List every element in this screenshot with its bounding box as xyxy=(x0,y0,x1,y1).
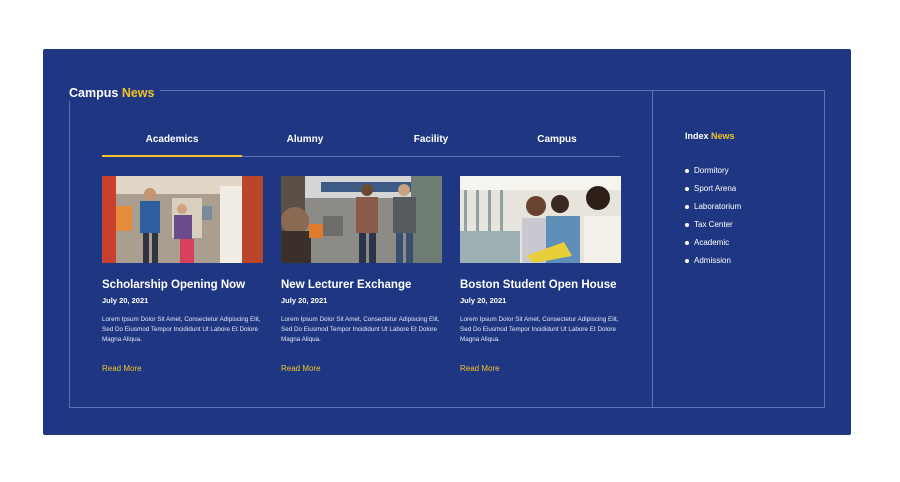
bullet-icon xyxy=(685,168,689,173)
index-title-accent: News xyxy=(711,131,735,141)
index-item-academic[interactable]: Academic xyxy=(685,234,741,252)
tab-campus[interactable]: Campus xyxy=(494,127,620,157)
bullet-icon xyxy=(685,258,689,263)
index-item-label: Admission xyxy=(694,256,731,265)
tab-academics[interactable]: Academics xyxy=(102,127,242,157)
card-excerpt: Lorem Ipsum Dolor Sit Amet, Consectetur … xyxy=(102,316,261,343)
card-excerpt: Lorem Ipsum Dolor Sit Amet, Consectetur … xyxy=(460,316,619,343)
card-excerpt: Lorem Ipsum Dolor Sit Amet, Consectetur … xyxy=(281,316,440,343)
index-item-label: Tax Center xyxy=(694,220,733,229)
bullet-icon xyxy=(685,186,689,191)
card-image-lecturer[interactable] xyxy=(281,176,442,263)
bullet-icon xyxy=(685,222,689,227)
read-more-link[interactable]: Read More xyxy=(460,364,500,374)
news-card: Boston Student Open House July 20, 2021 … xyxy=(460,176,621,373)
index-item-label: Sport Arena xyxy=(694,184,737,193)
section-title: Campus News xyxy=(63,85,161,101)
card-date: July 20, 2021 xyxy=(460,296,507,305)
card-image-scholarship[interactable] xyxy=(102,176,263,263)
news-card: New Lecturer Exchange July 20, 2021 Lore… xyxy=(281,176,442,373)
index-item-label: Dormitory xyxy=(694,166,729,175)
index-item-admission[interactable]: Admission xyxy=(685,252,741,270)
card-title[interactable]: Scholarship Opening Now xyxy=(102,278,263,292)
read-more-link[interactable]: Read More xyxy=(281,364,321,374)
index-news-list: Dormitory Sport Arena Laboratorium Tax C… xyxy=(685,162,741,270)
card-title[interactable]: Boston Student Open House xyxy=(460,278,621,292)
bullet-icon xyxy=(685,204,689,209)
card-date: July 20, 2021 xyxy=(102,296,149,305)
section-title-accent: News xyxy=(121,86,155,100)
bullet-icon xyxy=(685,240,689,245)
index-item-label: Laboratorium xyxy=(694,202,742,211)
index-item-label: Academic xyxy=(694,238,730,247)
section-title-main: Campus xyxy=(69,86,119,100)
card-date: July 20, 2021 xyxy=(281,296,328,305)
index-item-laboratorium[interactable]: Laboratorium xyxy=(685,198,741,216)
card-title[interactable]: New Lecturer Exchange xyxy=(281,278,442,292)
index-item-sport-arena[interactable]: Sport Arena xyxy=(685,180,741,198)
index-item-tax-center[interactable]: Tax Center xyxy=(685,216,741,234)
index-item-dormitory[interactable]: Dormitory xyxy=(685,162,741,180)
tab-alumny[interactable]: Alumny xyxy=(242,127,368,157)
tab-facility[interactable]: Facility xyxy=(368,127,494,157)
index-title-main: Index xyxy=(685,131,709,141)
index-news-title: Index News xyxy=(685,131,735,141)
category-tabs: Academics Alumny Facility Campus xyxy=(102,127,620,157)
sidebar-divider xyxy=(652,91,653,407)
campus-news-panel: Campus News Academics Alumny Facility Ca… xyxy=(43,49,851,435)
card-image-open-house[interactable] xyxy=(460,176,621,263)
news-card: Scholarship Opening Now July 20, 2021 Lo… xyxy=(102,176,263,373)
read-more-link[interactable]: Read More xyxy=(102,364,142,374)
